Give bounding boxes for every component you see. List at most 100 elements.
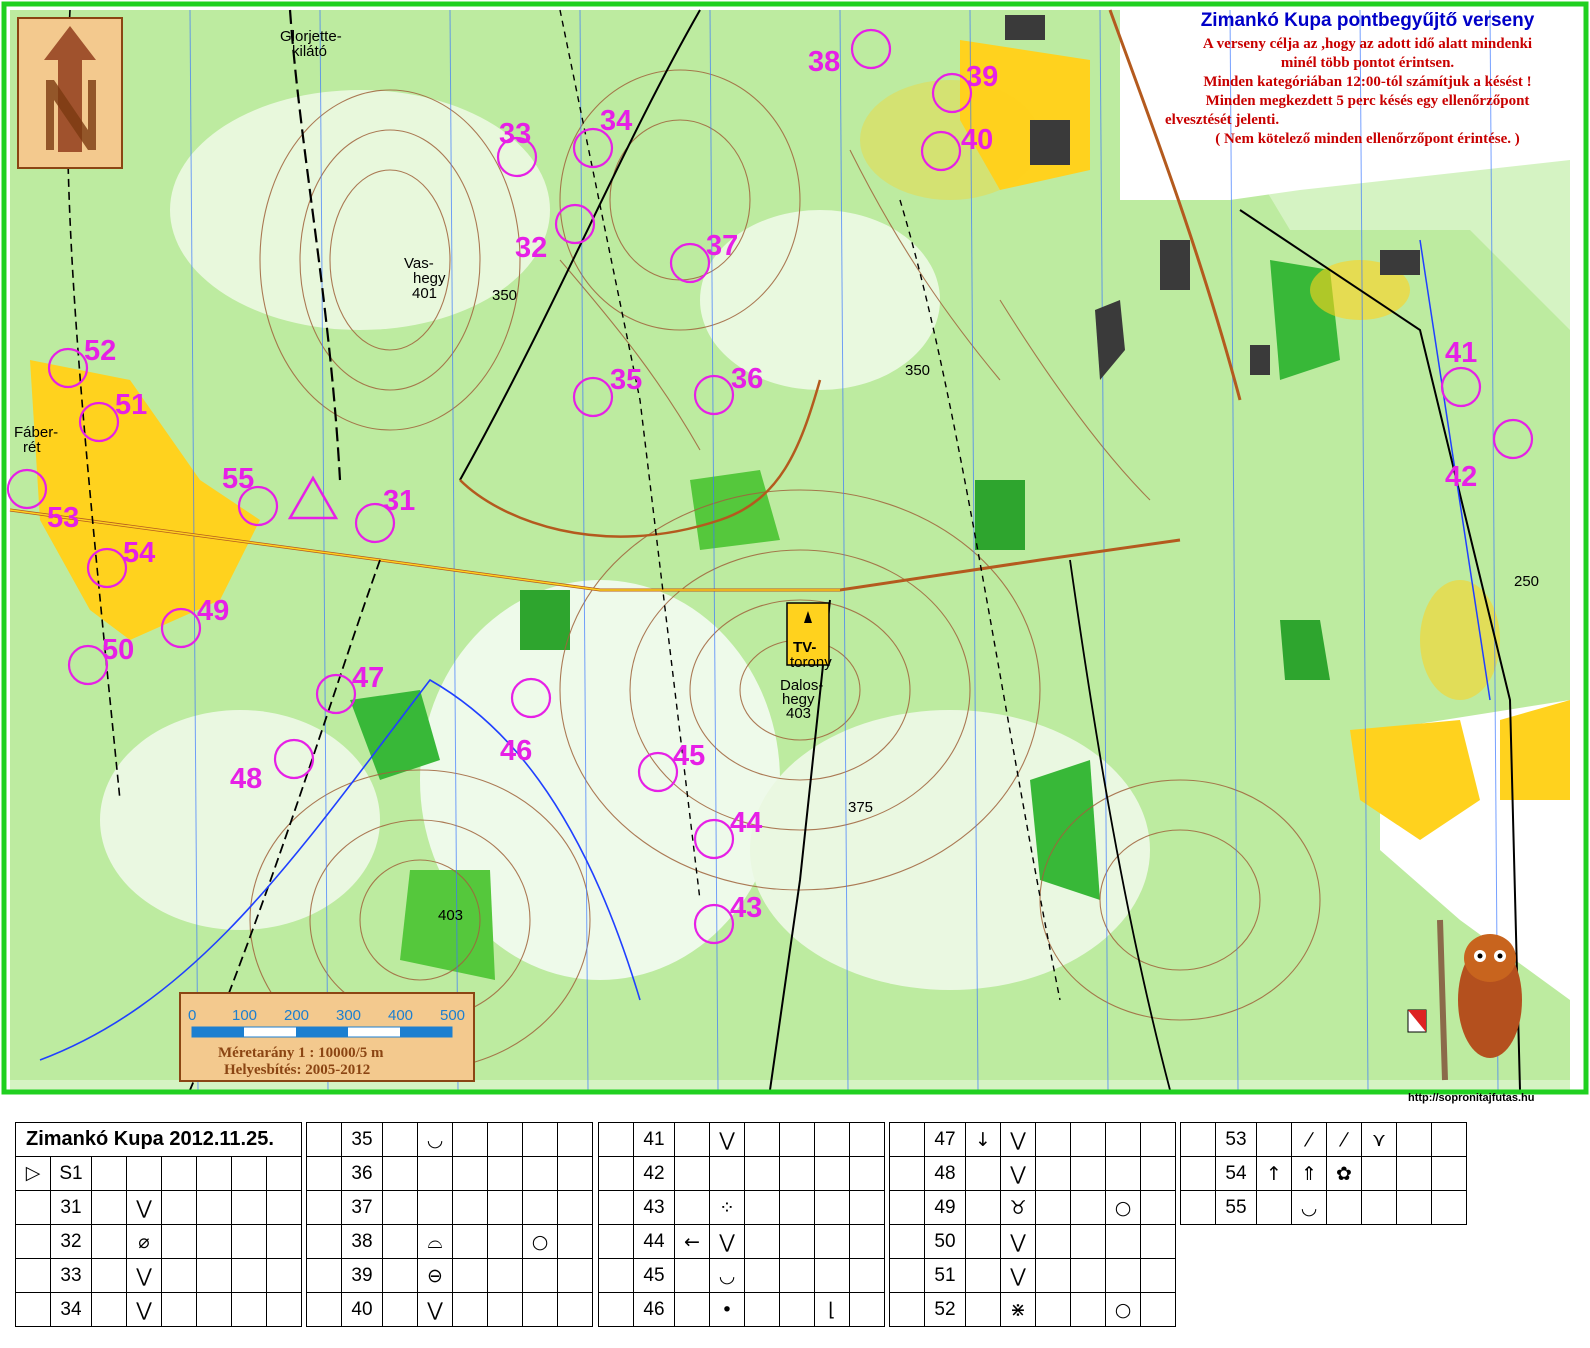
contour-350-a: 350: [492, 287, 517, 304]
control-number: 52: [84, 335, 116, 367]
description-symbol-c7: [231, 1224, 267, 1259]
description-symbol-c6: [1070, 1258, 1106, 1293]
description-symbol-c4: ⌓: [417, 1224, 453, 1259]
description-symbol-c3: [382, 1122, 418, 1157]
control-number: 49: [197, 595, 229, 627]
scale-tick-label: 500: [440, 1007, 465, 1024]
description-symbol-c4: ⋁: [709, 1224, 745, 1259]
description-symbol-c6: [196, 1190, 232, 1225]
description-symbol-c4: ⁘: [709, 1190, 745, 1225]
description-sheet-4: 47 ↓ ⋁ 48 ⋁ 49 ♉ ○ 50 ⋁ 51 ⋁ 52 ⋇ ○: [889, 1122, 1176, 1327]
description-symbol-c7: [1396, 1190, 1432, 1225]
control-number: 41: [1445, 337, 1477, 369]
description-symbol-c6: [487, 1258, 523, 1293]
description-symbol-c4: [417, 1156, 453, 1191]
website-url: http://sopronitajfutas.hu: [1408, 1092, 1535, 1104]
description-symbol-c3: [382, 1156, 418, 1191]
description-symbol-c6: [1070, 1122, 1106, 1157]
description-symbol-c4: ◡: [1291, 1190, 1327, 1225]
description-symbol-c3: [965, 1156, 1001, 1191]
description-symbol-c5: [1035, 1292, 1071, 1327]
description-symbol-c7: ○: [522, 1224, 558, 1259]
rules-line-1: A verseny célja az ,hogy az adott idő al…: [1202, 36, 1533, 52]
control-code: 37: [341, 1190, 383, 1225]
description-symbol-c4: ⋁: [1000, 1224, 1036, 1259]
description-symbol-c5: [452, 1292, 488, 1327]
description-symbol-c4: ⁄: [1291, 1122, 1327, 1157]
description-row: 31 ⋁: [15, 1190, 302, 1225]
control-number: 53: [47, 502, 79, 534]
scale-tick-label: 300: [336, 1007, 361, 1024]
description-symbol-c6: [487, 1224, 523, 1259]
description-symbol-c5: [744, 1190, 780, 1225]
description-symbol-c3: [91, 1190, 127, 1225]
description-symbol-c6: ⋎: [1361, 1122, 1397, 1157]
description-symbol-c5: [744, 1224, 780, 1259]
description-symbol-c8: [849, 1190, 885, 1225]
description-symbol-c6: [1361, 1190, 1397, 1225]
control-number: 38: [808, 46, 840, 78]
description-sheet-5: 53 ⁄ ⁄ ⋎ 54 ↑ ⇑ ✿ 55 ◡: [1180, 1122, 1467, 1225]
description-symbol-c8: [266, 1258, 302, 1293]
description-symbol-c5: [744, 1292, 780, 1327]
description-symbol-c8: [1140, 1156, 1176, 1191]
description-symbol-c6: [196, 1224, 232, 1259]
description-symbol-c7: [1105, 1122, 1141, 1157]
description-symbol-c5: [452, 1190, 488, 1225]
description-symbol-c4: ◡: [417, 1122, 453, 1157]
description-row: 35 ◡: [306, 1122, 593, 1157]
control-code: 40: [341, 1292, 383, 1327]
description-symbol-c8: [1140, 1292, 1176, 1327]
description-symbol-c3: [674, 1190, 710, 1225]
description-row: 53 ⁄ ⁄ ⋎: [1180, 1122, 1467, 1157]
rules-line-3: Minden kategóriában 12:00-tól számítjuk …: [1203, 74, 1532, 90]
description-symbol-c3: ↑: [1256, 1156, 1292, 1191]
description-symbol-c4: ⋁: [126, 1292, 162, 1327]
description-symbol-c8: [849, 1258, 885, 1293]
control-code: 35: [341, 1122, 383, 1157]
description-symbol-c7: [231, 1190, 267, 1225]
description-symbol-c3: [91, 1258, 127, 1293]
control-code: 50: [924, 1224, 966, 1259]
description-symbol-c6: [779, 1156, 815, 1191]
description-symbol-c4: ⋁: [1000, 1156, 1036, 1191]
description-symbol-c5: [161, 1292, 197, 1327]
control-code: 42: [633, 1156, 675, 1191]
rules-line-6: ( Nem kötelező minden ellenőrzőpont érin…: [1215, 131, 1520, 147]
scale-tick-label: 400: [388, 1007, 413, 1024]
control-number: 31: [383, 485, 415, 517]
control-number: 45: [673, 740, 705, 772]
description-symbol-c6: [1070, 1292, 1106, 1327]
rules-line-4: Minden megkezdett 5 perc késés egy ellen…: [1205, 93, 1530, 109]
description-symbol-c6: [779, 1224, 815, 1259]
description-symbol-c6: [1070, 1190, 1106, 1225]
control-number: 35: [610, 364, 642, 396]
control-code: 38: [341, 1224, 383, 1259]
description-row: 39 ⊖: [306, 1258, 593, 1293]
description-symbol-c4: ◡: [709, 1258, 745, 1293]
description-symbol-c7: [1105, 1224, 1141, 1259]
description-symbol-c6: [779, 1292, 815, 1327]
description-symbol-c8: [266, 1190, 302, 1225]
description-symbol-c4: ⊖: [417, 1258, 453, 1293]
description-symbol-c8: [557, 1224, 593, 1259]
description-symbol-c3: [965, 1258, 1001, 1293]
description-symbol-c8: [849, 1292, 885, 1327]
description-symbol-c8: [849, 1156, 885, 1191]
description-symbol-c7: [1396, 1122, 1432, 1157]
control-code: 52: [924, 1292, 966, 1327]
event-info: Zimankó Kupa pontbegyűjtő verseny A vers…: [1165, 10, 1570, 149]
description-symbol-c3: [382, 1292, 418, 1327]
description-symbol-c4: ♉: [1000, 1190, 1036, 1225]
place-faber-2: rét: [23, 439, 41, 456]
description-symbol-c8: [557, 1122, 593, 1157]
control-code: 46: [633, 1292, 675, 1327]
description-symbol-c8: [266, 1224, 302, 1259]
control-code: 43: [633, 1190, 675, 1225]
contour-375: 375: [848, 799, 873, 816]
description-symbol-c3: [674, 1258, 710, 1293]
contour-250: 250: [1514, 573, 1539, 590]
rules-line-2: minél több pontot érintsen.: [1280, 55, 1455, 71]
description-symbol-c7: [522, 1156, 558, 1191]
control-code: 55: [1215, 1190, 1257, 1225]
